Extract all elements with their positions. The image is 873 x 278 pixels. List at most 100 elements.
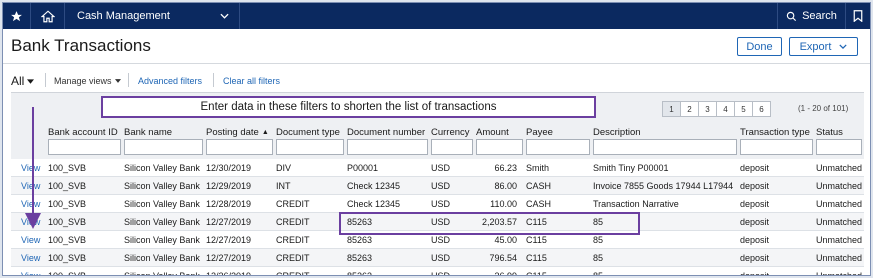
page-button-4[interactable]: 4 — [716, 101, 735, 117]
page-button-2[interactable]: 2 — [680, 101, 699, 117]
column-header-status[interactable]: Status — [816, 127, 843, 138]
filter-bank-name[interactable] — [124, 139, 203, 155]
home-icon[interactable] — [31, 3, 65, 29]
cell-status: Unmatched — [816, 271, 863, 276]
filter-document-type[interactable] — [276, 139, 344, 155]
cell-amount: 66.23 — [494, 163, 517, 173]
page-button-6[interactable]: 6 — [752, 101, 771, 117]
cell-posting-date: 12/27/2019 — [206, 217, 252, 227]
cell-amount: 796.54 — [489, 253, 517, 263]
cell-payee: Smith — [526, 163, 550, 173]
cell-currency: USD — [431, 181, 451, 191]
cell-posting-date: 12/26/2019 — [206, 271, 252, 276]
app-switcher[interactable]: Cash Management — [65, 3, 240, 29]
chevron-down-icon — [220, 13, 229, 19]
done-button[interactable]: Done — [737, 37, 782, 56]
filter-description[interactable] — [593, 139, 737, 155]
cell-posting-date: 12/27/2019 — [206, 235, 252, 245]
page-button-5[interactable]: 5 — [734, 101, 753, 117]
filter-bank-account-id[interactable] — [48, 139, 121, 155]
view-link[interactable]: View — [21, 235, 40, 245]
app-switcher-label: Cash Management — [77, 10, 170, 22]
cell-bank-name: Silicon Valley Bank — [124, 199, 200, 209]
view-link[interactable]: View — [21, 163, 40, 173]
toolbar-divider — [213, 73, 214, 87]
page-button-1[interactable]: 1 — [662, 101, 681, 117]
view-link[interactable]: View — [21, 253, 40, 263]
cell-document-type: INT — [276, 181, 291, 191]
view-link[interactable]: View — [21, 271, 40, 275]
cell-document-number: Check 12345 — [347, 199, 401, 209]
cell-document-type: CREDIT — [276, 253, 310, 263]
column-header-payee[interactable]: Payee — [526, 127, 553, 138]
column-header-bank-name[interactable]: Bank name — [124, 127, 172, 138]
view-link[interactable]: View — [21, 181, 40, 191]
filter-transaction-type[interactable] — [740, 139, 813, 155]
cell-amount: 45.00 — [494, 235, 517, 245]
cell-status: Unmatched — [816, 253, 863, 263]
view-link[interactable]: View — [21, 199, 40, 209]
filter-posting-date[interactable] — [206, 139, 273, 155]
cell-bank-account-id: 100_SVB — [48, 217, 87, 227]
cell-description: 85 — [593, 235, 604, 245]
page-button-3[interactable]: 3 — [698, 101, 717, 117]
page-title: Bank Transactions — [11, 36, 151, 55]
cell-transaction-type: deposit — [740, 217, 770, 227]
column-header-document-type[interactable]: Document type — [276, 127, 340, 138]
cell-status: Unmatched — [816, 163, 863, 173]
view-link[interactable]: View — [21, 217, 40, 227]
cell-bank-name: Silicon Valley Bank — [124, 271, 200, 276]
export-label: Export — [799, 40, 832, 53]
pagination: 1 2 3 4 5 6 — [662, 101, 771, 117]
cell-posting-date: 12/28/2019 — [206, 199, 252, 209]
cell-bank-name: Silicon Valley Bank — [124, 235, 200, 245]
column-header-bank-account-id[interactable]: Bank account ID — [48, 127, 118, 138]
cell-document-type: CREDIT — [276, 271, 310, 276]
cell-posting-date: 12/29/2019 — [206, 181, 252, 191]
search-button[interactable]: Search — [778, 3, 846, 29]
cell-document-number: 85263 — [347, 271, 373, 276]
filter-document-number[interactable] — [347, 139, 428, 155]
cell-document-number: P00001 — [347, 163, 379, 173]
filter-currency[interactable] — [431, 139, 473, 155]
annotation-callout: Enter data in these filters to shorten t… — [101, 96, 596, 118]
cell-status: Unmatched — [816, 217, 863, 227]
column-header-posting-date-label: Posting date — [206, 127, 259, 138]
cell-bank-name: Silicon Valley Bank — [124, 253, 200, 263]
column-header-transaction-type[interactable]: Transaction type — [740, 127, 810, 138]
caret-down-icon — [114, 79, 121, 83]
column-header-description[interactable]: Description — [593, 127, 641, 138]
pagination-range: (1 - 20 of 101) — [798, 104, 849, 113]
cell-document-type: DIV — [276, 163, 292, 173]
cell-amount: 86.00 — [494, 181, 517, 191]
manage-views-menu[interactable]: Manage views — [54, 76, 121, 86]
filter-payee[interactable] — [526, 139, 590, 155]
cell-bank-account-id: 100_SVB — [48, 163, 87, 173]
clear-all-filters-link[interactable]: Clear all filters — [223, 76, 280, 86]
advanced-filters-link[interactable]: Advanced filters — [138, 76, 202, 86]
view-selector[interactable]: All — [11, 74, 35, 88]
filter-amount[interactable] — [476, 139, 523, 155]
filter-status[interactable] — [816, 139, 862, 155]
cell-document-number: 85263 — [347, 235, 373, 245]
bookmark-icon[interactable] — [846, 3, 870, 29]
cell-bank-name: Silicon Valley Bank — [124, 217, 200, 227]
cell-bank-account-id: 100_SVB — [48, 253, 87, 263]
column-header-document-number[interactable]: Document number — [347, 127, 425, 138]
cell-transaction-type: deposit — [740, 271, 770, 276]
header-divider — [3, 63, 870, 64]
column-header-currency[interactable]: Currency — [431, 127, 470, 138]
cell-payee: CASH — [526, 199, 552, 209]
cell-transaction-type: deposit — [740, 181, 770, 191]
cell-transaction-type: deposit — [740, 199, 770, 209]
cell-document-number: 85263 — [347, 253, 373, 263]
cell-bank-account-id: 100_SVB — [48, 181, 87, 191]
toolbar-divider — [128, 73, 129, 87]
cell-bank-name: Silicon Valley Bank — [124, 163, 200, 173]
column-header-posting-date[interactable]: Posting date ▲ — [206, 127, 269, 138]
cell-amount: 110.00 — [490, 199, 517, 209]
favorites-star-icon[interactable] — [3, 3, 31, 29]
export-button[interactable]: Export — [789, 37, 858, 56]
column-header-amount[interactable]: Amount — [476, 127, 509, 138]
topbar-spacer — [240, 3, 778, 29]
